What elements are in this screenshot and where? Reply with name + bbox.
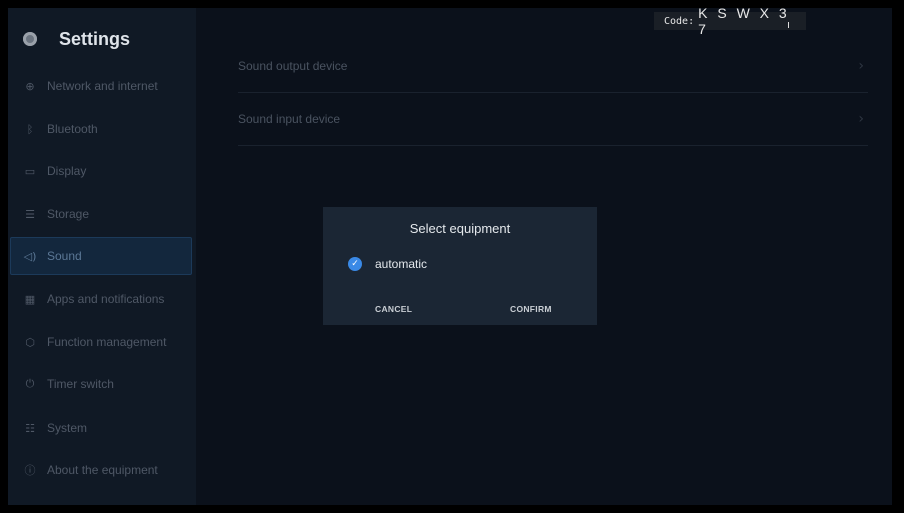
confirm-button[interactable]: CONFIRM (510, 304, 552, 314)
sidebar-item-bluetooth[interactable]: ᛒ Bluetooth (8, 111, 190, 147)
sidebar-item-sound[interactable]: ◁) Sound (10, 237, 192, 275)
sidebar-item-about[interactable]: ⓘ About the equipment (8, 452, 190, 488)
bluetooth-icon: ᛒ (26, 122, 34, 136)
sidebar-item-storage[interactable]: ☰ Storage (8, 196, 190, 232)
code-label: Code: (664, 15, 695, 27)
row-label: Sound output device (238, 59, 348, 73)
sound-output-device-row[interactable]: Sound output device › (238, 40, 868, 93)
sidebar-item-timer-switch[interactable]: ⏻ Timer switch (8, 366, 190, 402)
sidebar-item-label: System (47, 421, 88, 435)
info-icon: ⓘ (24, 464, 36, 477)
checkmark-icon[interactable]: ✓ (348, 257, 362, 271)
sidebar-item-network[interactable]: ⊕ Network and internet (8, 68, 190, 104)
sidebar: Settings ⊕ Network and internet ᛒ Blueto… (8, 8, 196, 505)
power-icon: ⏻ (25, 377, 35, 390)
sidebar-item-function-management[interactable]: ⬡ Function management (8, 324, 190, 360)
sidebar-item-display[interactable]: ▭ Display (8, 153, 190, 189)
settings-logo-icon (23, 32, 37, 46)
sidebar-item-label: Display (47, 164, 87, 178)
globe-icon: ⊕ (25, 79, 35, 93)
app-title: Settings (59, 28, 131, 49)
sidebar-item-label: Function management (47, 335, 167, 349)
monitor-icon: ▭ (24, 164, 36, 178)
sidebar-item-label: Sound (47, 249, 82, 263)
row-label: Sound input device (238, 112, 341, 126)
sliders-icon: ☷ (25, 421, 35, 435)
sidebar-item-system[interactable]: ☷ System (8, 410, 190, 446)
sidebar-item-label: Network and internet (47, 79, 158, 93)
storage-icon: ☰ (25, 207, 35, 221)
sidebar-item-apps[interactable]: ▦ Apps and notifications (8, 281, 190, 317)
automatic-option[interactable]: ✓ automatic (348, 257, 427, 271)
chevron-right-icon: › (858, 111, 864, 127)
code-overlay: Code: K S W X 3 7 (654, 8, 806, 37)
sound-input-device-row[interactable]: Sound input device › (238, 93, 868, 146)
apps-grid-icon: ▦ (24, 292, 36, 306)
cube-icon: ⬡ (25, 335, 35, 349)
sidebar-header: Settings (8, 24, 130, 54)
settings-screen: Settings ⊕ Network and internet ᛒ Blueto… (8, 8, 892, 505)
sidebar-item-label: Apps and notifications (47, 292, 165, 306)
speaker-icon: ◁) (23, 249, 37, 263)
chevron-right-icon: › (858, 58, 864, 74)
sidebar-item-label: Timer switch (47, 377, 114, 391)
option-label: automatic (375, 257, 428, 271)
sidebar-item-label: About the equipment (47, 463, 158, 477)
sidebar-item-label: Bluetooth (47, 122, 98, 136)
cancel-button[interactable]: CANCEL (375, 304, 412, 314)
corner-mark-icon (788, 22, 792, 28)
sidebar-item-label: Storage (47, 207, 90, 221)
select-equipment-dialog: Select equipment ✓ automatic CANCEL CONF… (323, 207, 597, 325)
dialog-title: Select equipment (409, 221, 511, 236)
